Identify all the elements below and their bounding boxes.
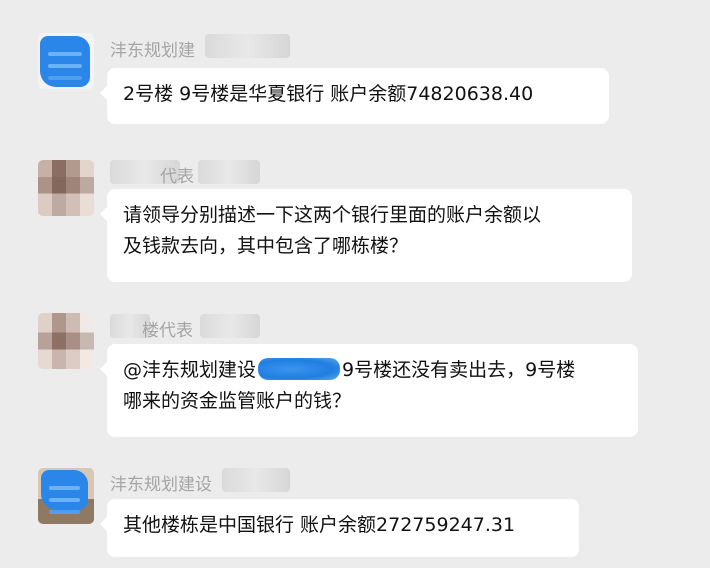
message-text-line: @沣东规划建设 9号楼还没有卖出去，9号楼 [123, 355, 622, 386]
message-text: 哪来的资金监管账户的钱？ [123, 390, 352, 412]
message-bubble[interactable]: @沣东规划建设 9号楼还没有卖出去，9号楼 哪来的资金监管账户的钱？ [100, 344, 638, 437]
sender-name: 沣东规划建 [110, 41, 195, 61]
avatar-pixel-overlay [38, 313, 94, 369]
message-bubble[interactable]: 2号楼 9号楼是华夏银行 账户余额74820638.40 [100, 68, 609, 124]
blue-scribbled-avatar-icon [40, 36, 90, 87]
mention[interactable]: @沣东规划建设 [123, 359, 256, 381]
sender-name: 楼代表 [142, 321, 193, 341]
message-bubble[interactable]: 其他楼栋是中国银行 账户余额272759247.31 [100, 499, 579, 557]
redacted-name-blur [222, 468, 290, 492]
sender-name: 代表 [160, 167, 194, 187]
sender-name: 沣东规划建设 [110, 475, 212, 495]
message-text: 9号楼还没有卖出去，9号楼 [342, 359, 576, 381]
avatar[interactable] [38, 468, 94, 524]
redaction-scribble [258, 358, 341, 380]
avatar[interactable] [38, 33, 94, 89]
redacted-name-blur [205, 34, 290, 58]
message-text: 其他楼栋是中国银行 账户余额272759247.31 [123, 514, 516, 536]
message-text: 及钱款去向，其中包含了哪栋楼？ [123, 235, 409, 257]
blue-scribbled-avatar-icon [41, 470, 88, 510]
message-text: 2号楼 9号楼是华夏银行 账户余额74820638.40 [123, 83, 534, 105]
avatar-pixel-overlay [38, 160, 94, 216]
avatar[interactable] [38, 313, 94, 369]
message-bubble[interactable]: 请领导分别描述一下这两个银行里面的账户余额以 及钱款去向，其中包含了哪栋楼？ [100, 189, 632, 282]
bubble-tail [100, 517, 107, 531]
avatar[interactable] [38, 160, 94, 216]
redacted-name-blur [200, 314, 260, 338]
bubble-tail [100, 362, 107, 376]
message-text: 请领导分别描述一下这两个银行里面的账户余额以 [123, 204, 542, 226]
bubble-tail [100, 207, 107, 221]
redacted-name-blur [198, 160, 260, 184]
bubble-tail [100, 86, 107, 100]
